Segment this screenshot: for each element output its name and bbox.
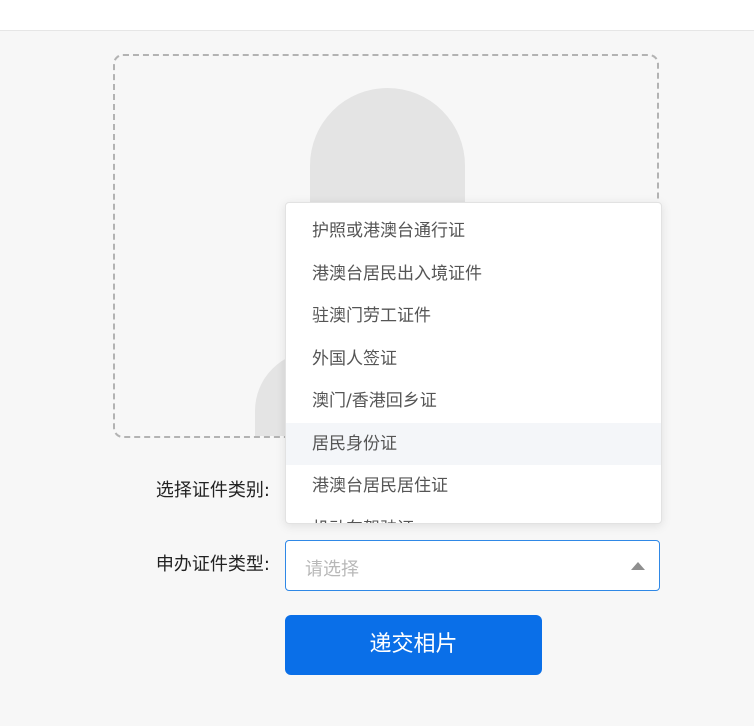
caret-up-icon[interactable]: [631, 562, 645, 570]
cert-category-label: 选择证件类别:: [155, 480, 270, 501]
dropdown-option-hovered[interactable]: 居民身份证: [286, 422, 661, 465]
dropdown-option[interactable]: 港澳台居民出入境证件: [286, 253, 661, 296]
dropdown-option[interactable]: 外国人签证: [286, 338, 661, 381]
dropdown-option[interactable]: 澳门/香港回乡证: [286, 380, 661, 423]
cert-category-dropdown[interactable]: 护照或港澳台通行证 港澳台居民出入境证件 驻澳门劳工证件 外国人签证 澳门/香港…: [285, 202, 662, 524]
dropdown-options: 护照或港澳台通行证 港澳台居民出入境证件 驻澳门劳工证件 外国人签证 澳门/香港…: [286, 210, 661, 524]
dropdown-option[interactable]: 驻澳门劳工证件: [286, 295, 661, 338]
top-bar: [0, 0, 754, 31]
apply-type-label: 申办证件类型:: [155, 554, 270, 575]
dropdown-option[interactable]: 港澳台居民居住证: [286, 465, 661, 508]
dropdown-option[interactable]: 机动车驾驶证: [286, 508, 661, 524]
submit-photo-button[interactable]: 递交相片: [285, 615, 542, 675]
apply-type-placeholder: 请选择: [305, 559, 359, 580]
dropdown-option[interactable]: 护照或港澳台通行证: [286, 210, 661, 253]
apply-type-select[interactable]: 请选择: [285, 540, 660, 591]
